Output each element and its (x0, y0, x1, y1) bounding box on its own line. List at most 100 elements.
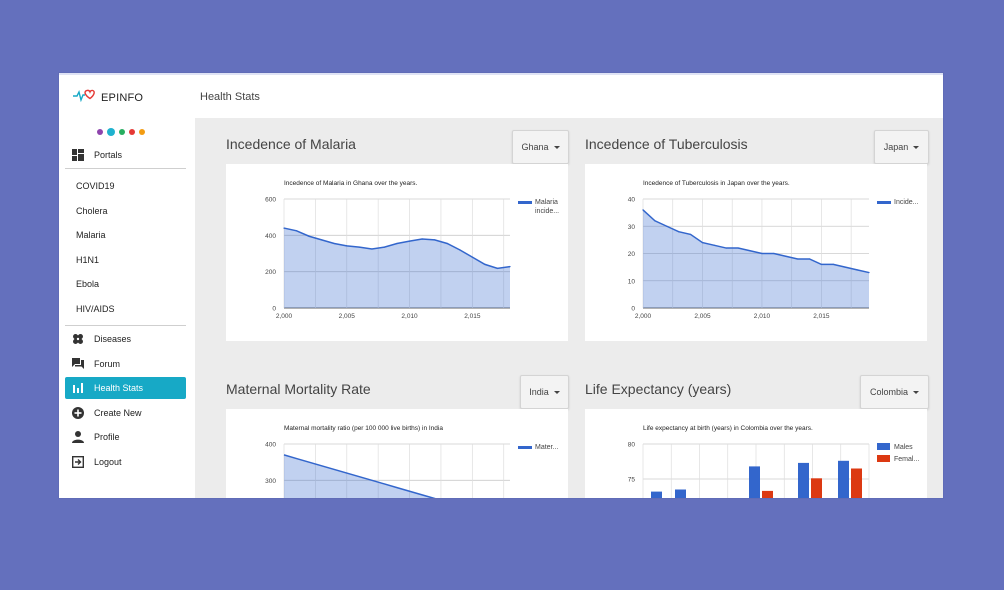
legend-swatch (877, 443, 890, 450)
data-point-2016 (832, 263, 834, 265)
sidebar-item-label: Logout (94, 457, 122, 467)
data-point-2013 (446, 242, 448, 245)
data-point-2004 (689, 233, 692, 236)
color-dots (97, 128, 145, 136)
sidebar-item-forum[interactable]: Forum (65, 353, 186, 375)
bar-males-1 (651, 491, 662, 498)
sidebar-item-covid19[interactable]: COVID19 (65, 175, 197, 197)
data-point-2003 (321, 239, 323, 241)
sidebar-item-logout[interactable]: Logout (65, 451, 186, 473)
country-select-maternal-mortality[interactable]: India (520, 375, 569, 409)
data-point-2011 (773, 252, 775, 255)
sidebar-item-label: Ebola (76, 279, 100, 289)
x-tick-label: 2,015 (464, 313, 481, 320)
y-tick-label: 0 (272, 306, 276, 313)
person-icon (71, 430, 85, 444)
legend-label: Mater... (535, 444, 558, 451)
caret-down-icon (913, 145, 920, 149)
y-tick-label: 300 (265, 478, 276, 485)
x-tick-label: 2,015 (813, 313, 830, 320)
country-select-value: Japan (883, 142, 909, 152)
data-point-2002 (308, 235, 310, 237)
sidebar-item-cholera[interactable]: Cholera (65, 200, 197, 222)
data-point-2017 (496, 267, 499, 269)
divider (65, 168, 186, 169)
data-point-2011 (421, 238, 423, 240)
card-title-malaria: Incedence of Malaria (226, 136, 356, 152)
data-point-2001 (654, 220, 656, 222)
x-tick-label: 2,010 (754, 313, 771, 320)
sidebar-item-label: Diseases (94, 334, 132, 344)
data-point-2012 (434, 239, 436, 241)
sidebar-item-portals[interactable]: Portals (65, 144, 186, 166)
y-tick-label: 400 (265, 233, 276, 240)
data-point-2001 (295, 230, 298, 232)
bar-femal-5 (851, 468, 862, 498)
divider (65, 325, 186, 326)
series-area (284, 228, 510, 308)
sidebar-item-h1n1[interactable]: H1N1 (65, 249, 197, 271)
legend-swatch (877, 455, 890, 462)
y-tick-label: 0 (631, 306, 635, 313)
forum-icon (71, 357, 85, 371)
legend-label: Malaria (535, 199, 558, 206)
sidebar-item-label: Profile (94, 432, 120, 442)
y-tick-label: 400 (265, 442, 276, 449)
data-point-2008 (737, 247, 739, 249)
bar-femal-4 (811, 478, 822, 498)
sidebar-item-profile[interactable]: Profile (65, 426, 186, 448)
y-tick-label: 40 (628, 197, 636, 204)
data-point-2009 (749, 250, 751, 252)
brand[interactable]: EPINFO (73, 88, 143, 107)
chart-panel-tuberculosis: Incedence of Tuberculosis in Japan over … (585, 164, 927, 341)
sidebar-item-label: Portals (94, 150, 123, 160)
x-tick-label: 2,000 (635, 313, 652, 320)
y-tick-label: 30 (628, 224, 636, 231)
chart-malaria: 0 200 400 600 2,000 2,005 2,010 2,015 Malaria inc… (265, 197, 559, 321)
data-point-2015 (471, 256, 473, 258)
sidebar-item-label: Cholera (76, 206, 108, 216)
legend-label: Males (894, 444, 913, 451)
data-point-2018 (509, 265, 511, 268)
chart-panel-malaria: Incedence of Malaria in Ghana over the y… (226, 164, 568, 341)
data-point-2006 (358, 246, 360, 248)
sidebar-item-label: H1N1 (76, 255, 100, 265)
bar-males-4 (798, 462, 809, 498)
sidebar: Portals COVID19 Cholera Malaria H1N1 Ebo… (59, 118, 195, 498)
bar-chart-icon (71, 381, 85, 395)
data-point-2007 (371, 248, 373, 250)
heartbeat-logo-icon (73, 88, 95, 107)
x-tick-label: 2,005 (339, 313, 356, 320)
x-tick-label: 2,005 (694, 313, 711, 320)
x-tick-label: 2,000 (276, 313, 293, 320)
y-tick-label: 80 (628, 442, 636, 449)
country-select-life-expectancy[interactable]: Colombia (860, 375, 929, 409)
sidebar-item-label: Health Stats (94, 383, 144, 393)
data-point-2015 (820, 263, 823, 265)
sidebar-item-create-new[interactable]: Create New (65, 402, 186, 424)
data-point-2002 (666, 225, 668, 227)
country-select-tuberculosis[interactable]: Japan (874, 130, 929, 164)
sidebar-item-diseases[interactable]: Diseases (65, 328, 186, 350)
data-point-2014 (459, 249, 461, 251)
sidebar-item-label: Malaria (76, 230, 106, 240)
sidebar-item-label: COVID19 (76, 181, 115, 191)
legend-label: Femal... (894, 456, 919, 463)
data-point-2009 (396, 242, 398, 245)
country-select-malaria[interactable]: Ghana (512, 130, 569, 164)
sidebar-item-hiv-aids[interactable]: HIV/AIDS (65, 298, 197, 320)
data-point-2005 (701, 242, 704, 244)
data-point-2008 (383, 246, 386, 248)
sidebar-item-label: HIV/AIDS (76, 304, 115, 314)
bandage-icon (71, 332, 85, 346)
card-title-life-expectancy: Life Expectancy (years) (585, 381, 732, 397)
data-point-2018 (856, 269, 858, 271)
caret-down-icon (553, 390, 560, 394)
data-point-2012 (785, 255, 787, 257)
sidebar-item-ebola[interactable]: Ebola (65, 273, 197, 295)
dashboard-icon (71, 148, 85, 162)
x-tick-label: 2,010 (401, 313, 418, 320)
sidebar-item-health-stats[interactable]: Health Stats (65, 377, 186, 399)
series-area (643, 209, 869, 308)
sidebar-item-malaria[interactable]: Malaria (65, 224, 197, 246)
